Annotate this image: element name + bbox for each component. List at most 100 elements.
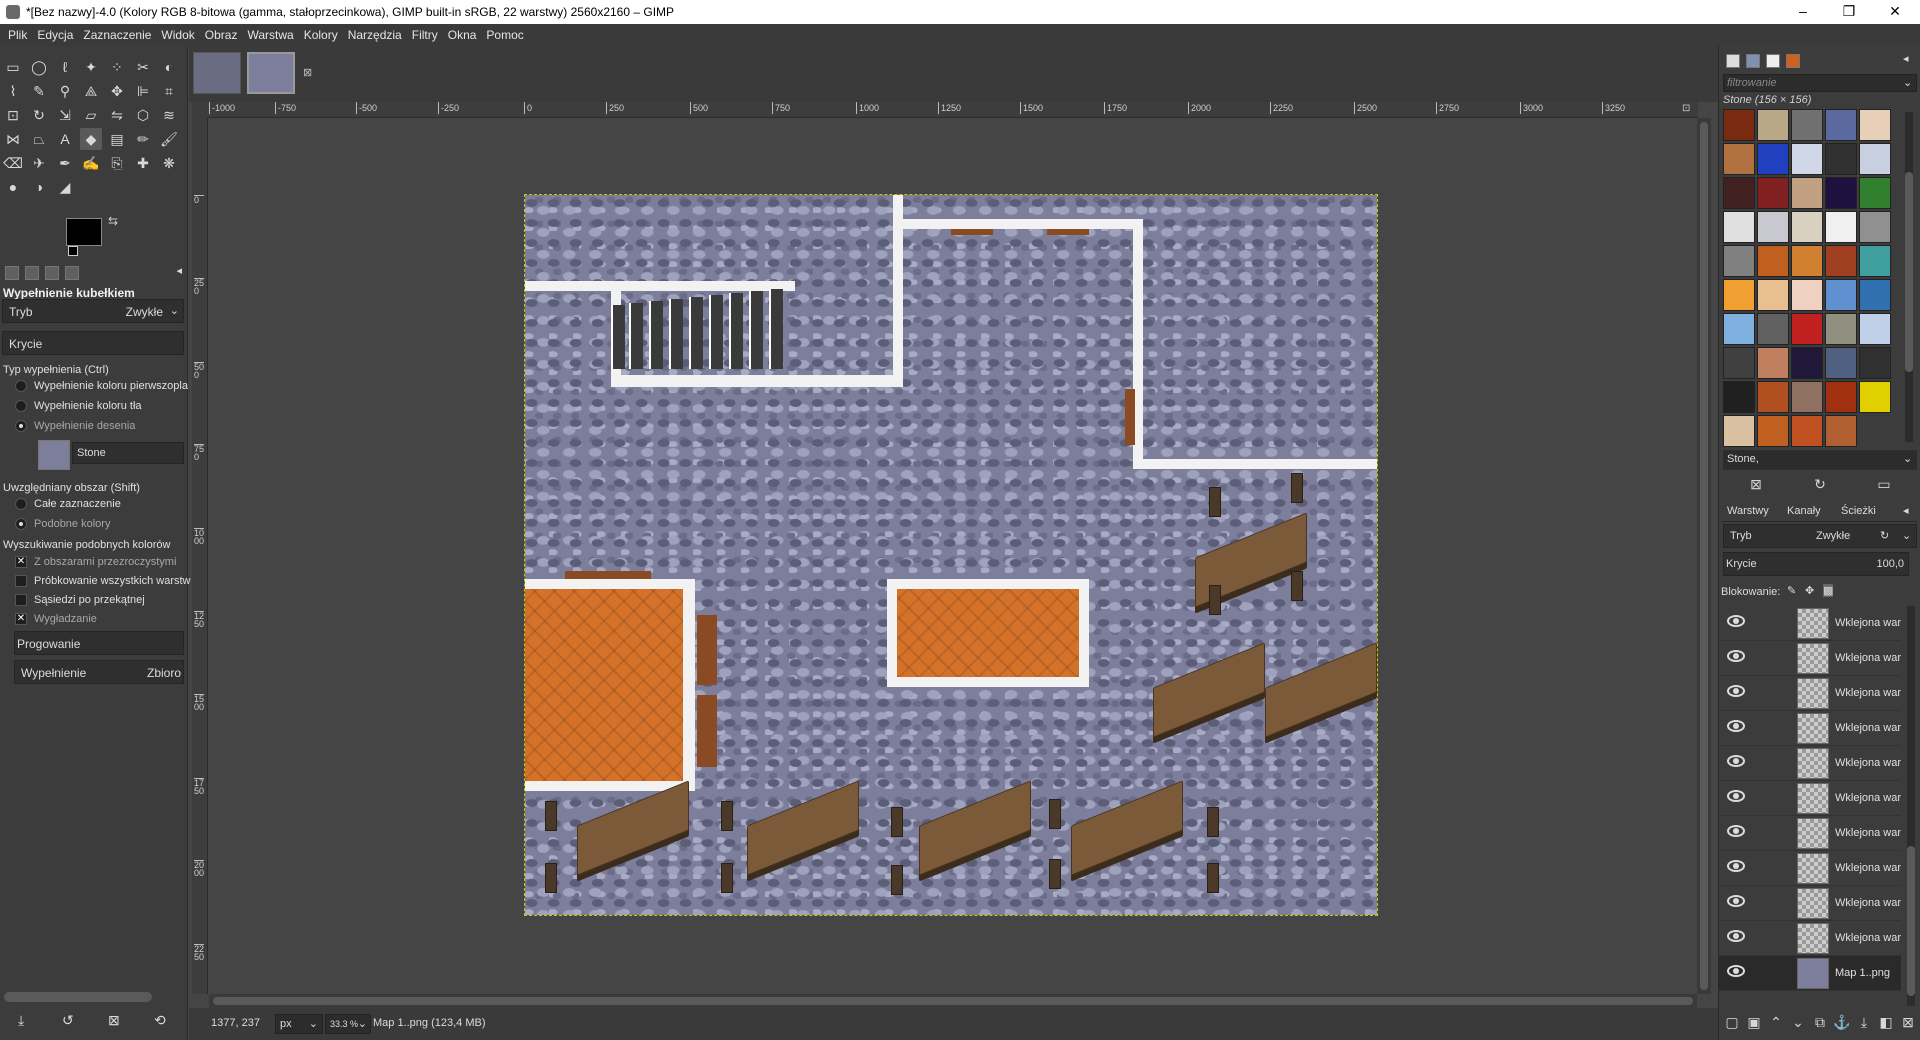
fill-pattern-radio[interactable] (15, 420, 27, 432)
paths-icon[interactable]: ⌇ (2, 80, 24, 102)
pattern-swatch[interactable] (1723, 245, 1755, 277)
anchor-layer-icon[interactable]: ⚓ (1833, 1014, 1851, 1031)
map-image[interactable] (524, 194, 1378, 916)
ellipse-select-icon[interactable]: ◯ (28, 56, 50, 78)
layer-row[interactable]: Wklejona war (1719, 851, 1901, 886)
transparent-label[interactable]: Z obszarami przezroczystymi (34, 556, 176, 568)
panel-menu-icon[interactable]: ◂ (176, 264, 182, 277)
eye-icon[interactable] (1727, 790, 1745, 802)
heal-icon[interactable]: ✚ (132, 152, 154, 174)
tab-channels[interactable]: Kanały (1787, 505, 1821, 517)
pattern-swatch[interactable] (1757, 381, 1789, 413)
transparent-checkbox[interactable]: ✕ (15, 556, 27, 568)
pattern-swatch[interactable] (1859, 211, 1891, 243)
pattern-swatch[interactable] (1825, 381, 1857, 413)
tab-paths[interactable]: Ścieżki (1841, 505, 1876, 517)
layer-row[interactable]: Wklejona war (1719, 641, 1901, 676)
layer-row[interactable]: Wklejona war (1719, 886, 1901, 921)
pattern-swatch[interactable] (1791, 211, 1823, 243)
free-select-icon[interactable]: ℓ (54, 56, 76, 78)
layer-row-selected[interactable]: Map 1..png (1719, 956, 1901, 991)
duplicate-layer-icon[interactable]: ⧉ (1811, 1014, 1829, 1031)
pattern-swatch[interactable] (1723, 109, 1755, 141)
pattern-swatch[interactable] (1723, 211, 1755, 243)
pencil-icon[interactable]: ✏ (132, 128, 154, 150)
pattern-swatch[interactable] (1791, 415, 1823, 447)
area-whole-label[interactable]: Całe zaznaczenie (34, 498, 121, 510)
open-pattern-icon[interactable]: ⊠ (1747, 476, 1765, 493)
eye-icon[interactable] (1727, 650, 1745, 662)
pattern-swatch[interactable] (1757, 313, 1789, 345)
pattern-swatch[interactable] (1723, 415, 1755, 447)
pattern-swatch[interactable] (1723, 381, 1755, 413)
pattern-swatch[interactable] (1859, 279, 1891, 311)
pattern-swatch[interactable] (1791, 245, 1823, 277)
eye-icon[interactable] (1727, 930, 1745, 942)
layer-row[interactable]: Wklejona war (1719, 676, 1901, 711)
pattern-swatch[interactable] (1757, 245, 1789, 277)
eye-icon[interactable] (1727, 825, 1745, 837)
layer-row[interactable]: Wklejona war (1719, 921, 1901, 956)
pattern-filter-input[interactable]: filtrowanie (1723, 74, 1917, 92)
foreground-color-swatch[interactable] (66, 218, 102, 246)
pattern-swatch[interactable] (1825, 211, 1857, 243)
options-scrollbar[interactable] (4, 992, 152, 1002)
fill-bg-radio[interactable] (15, 400, 27, 412)
save-options-icon[interactable]: ⤓ (18, 1012, 24, 1029)
clone-icon[interactable]: ⎘ (106, 152, 128, 174)
fuzzy-select-icon[interactable]: ✦ (80, 56, 102, 78)
opacity-slider[interactable]: Krycie (2, 331, 184, 355)
menu-narzedzia[interactable]: Narzędzia (343, 24, 407, 46)
airbrush-icon[interactable]: ✈ (28, 152, 50, 174)
palettes-tab-icon[interactable] (1786, 54, 1800, 68)
handle-transform-icon[interactable]: ⋈ (2, 128, 24, 150)
pattern-swatch[interactable] (1825, 245, 1857, 277)
select-by-color-icon[interactable]: ⁘ (106, 56, 128, 78)
sample-merged-checkbox[interactable] (15, 575, 27, 587)
rect-select-icon[interactable]: ▭ (2, 56, 24, 78)
zoom-select[interactable]: 33.3 % ⌄ (325, 1014, 371, 1034)
fonts-tab-icon[interactable] (1766, 54, 1780, 68)
fill-fg-radio[interactable] (15, 380, 27, 392)
menu-obraz[interactable]: Obraz (200, 24, 243, 46)
rotate-icon[interactable]: ↻ (28, 104, 50, 126)
lower-layer-icon[interactable]: ⌄ (1789, 1014, 1807, 1031)
color-picker-icon[interactable]: ✎ (28, 80, 50, 102)
antialias-checkbox[interactable]: ✕ (15, 613, 27, 625)
mask-layer-icon[interactable]: ◧ (1877, 1014, 1895, 1031)
canvas-area[interactable] (209, 118, 1697, 994)
layer-row[interactable]: Wklejona war (1719, 781, 1901, 816)
zoom-icon[interactable]: ⚲ (54, 80, 76, 102)
pattern-swatch[interactable] (1791, 279, 1823, 311)
eye-icon[interactable] (1727, 720, 1745, 732)
minimize-button[interactable]: – (1780, 0, 1826, 24)
pattern-swatch[interactable] (1757, 177, 1789, 209)
bucket-fill-icon[interactable]: ◆ (80, 128, 102, 150)
area-similar-label[interactable]: Podobne kolory (34, 518, 110, 530)
image-tab-2[interactable] (247, 52, 295, 94)
eye-icon[interactable] (1727, 895, 1745, 907)
pattern-swatch[interactable] (1791, 313, 1823, 345)
close-tab-icon[interactable]: ⊠ (303, 66, 312, 79)
menu-plik[interactable]: Plik (3, 24, 32, 46)
smudge-icon[interactable]: ● (2, 176, 24, 198)
pattern-swatch[interactable] (1825, 143, 1857, 175)
eye-icon[interactable] (1727, 755, 1745, 767)
mode-select[interactable]: Tryb Zwykłe ⌄ (2, 299, 184, 323)
warp-transform-icon[interactable]: ≋ (158, 104, 180, 126)
raise-layer-icon[interactable]: ⌃ (1767, 1014, 1785, 1031)
image-tab-1[interactable] (193, 52, 241, 94)
brushes-tab-icon[interactable] (1726, 54, 1740, 68)
fill-bg-label[interactable]: Wypełnienie koloru tła (34, 400, 142, 412)
pattern-swatch[interactable] (1825, 347, 1857, 379)
layer-row[interactable]: Wklejona war (1719, 711, 1901, 746)
horizontal-ruler[interactable]: -1000 -750 -500 -250 0 250 500 750 1000 … (208, 102, 1698, 118)
pattern-swatch[interactable] (1757, 415, 1789, 447)
merge-layer-icon[interactable]: ⤓ (1855, 1014, 1873, 1031)
pattern-swatch[interactable] (1859, 313, 1891, 345)
undo-history-tab-icon[interactable] (45, 266, 59, 280)
eye-icon[interactable] (1727, 965, 1745, 977)
fill-pattern-label[interactable]: Wypełnienie desenia (34, 420, 135, 432)
area-whole-radio[interactable] (15, 498, 27, 510)
gradient-icon[interactable]: ▤ (106, 128, 128, 150)
